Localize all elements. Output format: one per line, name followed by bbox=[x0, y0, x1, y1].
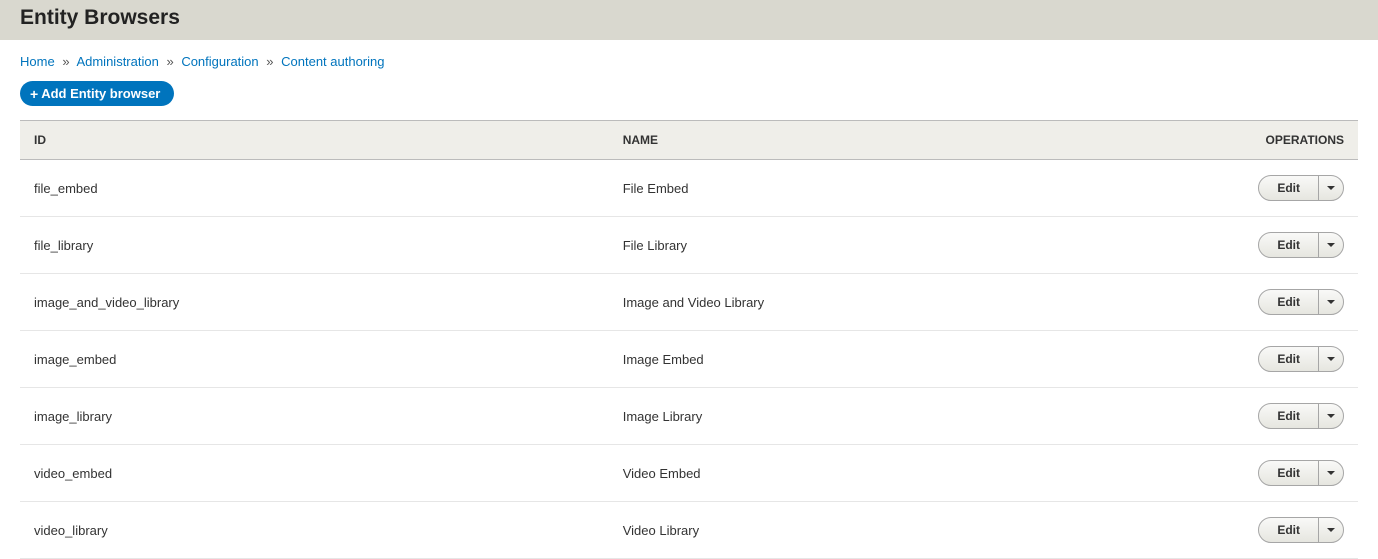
operations-dropbutton: Edit bbox=[1258, 289, 1344, 315]
chevron-down-icon bbox=[1327, 528, 1335, 532]
cell-operations: Edit bbox=[1197, 502, 1358, 559]
cell-name: Video Library bbox=[609, 502, 1198, 559]
plus-icon: + bbox=[30, 87, 38, 101]
cell-name: File Embed bbox=[609, 160, 1198, 217]
operations-dropdown-toggle[interactable] bbox=[1319, 176, 1343, 200]
add-entity-browser-button[interactable]: + Add Entity browser bbox=[20, 81, 174, 106]
cell-id: video_library bbox=[20, 502, 609, 559]
table-row: video_embedVideo Embed Edit bbox=[20, 445, 1358, 502]
table-row: image_embedImage Embed Edit bbox=[20, 331, 1358, 388]
operations-dropdown-toggle[interactable] bbox=[1319, 347, 1343, 371]
cell-operations: Edit bbox=[1197, 274, 1358, 331]
operations-dropbutton: Edit bbox=[1258, 346, 1344, 372]
cell-id: image_and_video_library bbox=[20, 274, 609, 331]
table-row: video_libraryVideo Library Edit bbox=[20, 502, 1358, 559]
add-button-label: Add Entity browser bbox=[41, 86, 160, 101]
cell-id: file_embed bbox=[20, 160, 609, 217]
page-title: Entity Browsers bbox=[20, 6, 1358, 30]
page-header: Entity Browsers bbox=[0, 0, 1378, 40]
edit-button[interactable]: Edit bbox=[1259, 233, 1319, 257]
cell-operations: Edit bbox=[1197, 217, 1358, 274]
operations-dropdown-toggle[interactable] bbox=[1319, 404, 1343, 428]
cell-id: image_embed bbox=[20, 331, 609, 388]
column-header-operations: OPERATIONS bbox=[1197, 121, 1358, 160]
breadcrumb-link-configuration[interactable]: Configuration bbox=[181, 54, 258, 69]
column-header-name: NAME bbox=[609, 121, 1198, 160]
breadcrumb-link-home[interactable]: Home bbox=[20, 54, 55, 69]
chevron-down-icon bbox=[1327, 186, 1335, 190]
breadcrumb: Home » Administration » Configuration » … bbox=[0, 40, 1378, 81]
cell-operations: Edit bbox=[1197, 445, 1358, 502]
edit-button[interactable]: Edit bbox=[1259, 347, 1319, 371]
chevron-down-icon bbox=[1327, 357, 1335, 361]
table-container: ID NAME OPERATIONS file_embedFile Embed E… bbox=[0, 120, 1378, 559]
operations-dropdown-toggle[interactable] bbox=[1319, 461, 1343, 485]
edit-button[interactable]: Edit bbox=[1259, 518, 1319, 542]
operations-dropdown-toggle[interactable] bbox=[1319, 518, 1343, 542]
edit-button[interactable]: Edit bbox=[1259, 290, 1319, 314]
edit-button[interactable]: Edit bbox=[1259, 404, 1319, 428]
breadcrumb-separator: » bbox=[62, 54, 69, 69]
breadcrumb-link-content-authoring[interactable]: Content authoring bbox=[281, 54, 384, 69]
operations-dropdown-toggle[interactable] bbox=[1319, 290, 1343, 314]
cell-id: file_library bbox=[20, 217, 609, 274]
cell-id: video_embed bbox=[20, 445, 609, 502]
operations-dropbutton: Edit bbox=[1258, 175, 1344, 201]
chevron-down-icon bbox=[1327, 300, 1335, 304]
cell-id: image_library bbox=[20, 388, 609, 445]
edit-button[interactable]: Edit bbox=[1259, 461, 1319, 485]
operations-dropbutton: Edit bbox=[1258, 460, 1344, 486]
cell-name: File Library bbox=[609, 217, 1198, 274]
edit-button[interactable]: Edit bbox=[1259, 176, 1319, 200]
table-row: file_libraryFile Library Edit bbox=[20, 217, 1358, 274]
operations-dropbutton: Edit bbox=[1258, 232, 1344, 258]
breadcrumb-separator: » bbox=[166, 54, 173, 69]
operations-dropbutton: Edit bbox=[1258, 517, 1344, 543]
cell-name: Image Library bbox=[609, 388, 1198, 445]
operations-dropbutton: Edit bbox=[1258, 403, 1344, 429]
column-header-id: ID bbox=[20, 121, 609, 160]
breadcrumb-link-administration[interactable]: Administration bbox=[76, 54, 158, 69]
cell-operations: Edit bbox=[1197, 388, 1358, 445]
operations-dropdown-toggle[interactable] bbox=[1319, 233, 1343, 257]
cell-operations: Edit bbox=[1197, 331, 1358, 388]
chevron-down-icon bbox=[1327, 243, 1335, 247]
cell-name: Video Embed bbox=[609, 445, 1198, 502]
table-row: image_and_video_libraryImage and Video L… bbox=[20, 274, 1358, 331]
table-row: file_embedFile Embed Edit bbox=[20, 160, 1358, 217]
chevron-down-icon bbox=[1327, 414, 1335, 418]
cell-operations: Edit bbox=[1197, 160, 1358, 217]
chevron-down-icon bbox=[1327, 471, 1335, 475]
cell-name: Image and Video Library bbox=[609, 274, 1198, 331]
cell-name: Image Embed bbox=[609, 331, 1198, 388]
action-bar: + Add Entity browser bbox=[0, 81, 1378, 120]
breadcrumb-separator: » bbox=[266, 54, 273, 69]
table-row: image_libraryImage Library Edit bbox=[20, 388, 1358, 445]
entity-browsers-table: ID NAME OPERATIONS file_embedFile Embed E… bbox=[20, 120, 1358, 559]
